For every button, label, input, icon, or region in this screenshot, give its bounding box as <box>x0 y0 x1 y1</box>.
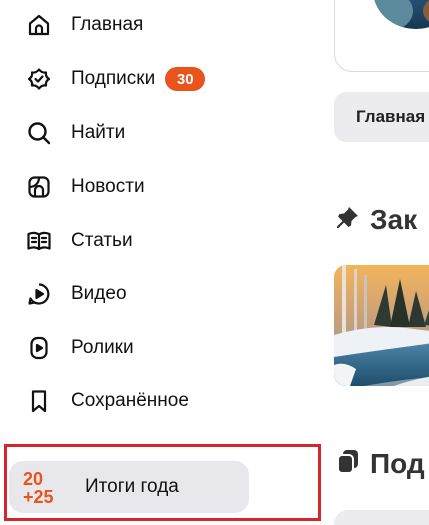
sidebar-item-subscriptions[interactable]: Подписки 30 <box>8 57 308 101</box>
subscriptions-icon <box>25 65 53 93</box>
sidebar-nav: Главная Подписки 30 Найти Новости Статьи… <box>0 0 321 525</box>
sidebar-item-articles[interactable]: Статьи <box>8 219 308 263</box>
articles-icon <box>25 227 53 255</box>
sidebar-item-label: Ролики <box>71 337 134 358</box>
news-icon <box>25 173 53 201</box>
sidebar-item-year-summary[interactable]: 20 +25 Итоги года <box>9 461 249 513</box>
sidebar-item-news[interactable]: Новости <box>8 165 308 209</box>
pin-icon <box>334 203 362 236</box>
sidebar-item-label: Итоги года <box>85 476 179 497</box>
sidebar-item-label: Найти <box>71 122 126 143</box>
sidebar-item-label: Видео <box>71 283 127 304</box>
section-title: Под <box>370 447 425 479</box>
sidebar-item-search[interactable]: Найти <box>8 111 308 155</box>
pinned-section-heading: Зак <box>334 203 417 236</box>
search-icon <box>25 119 53 147</box>
posts-stack-icon <box>334 447 362 480</box>
pinned-post-thumbnail[interactable] <box>334 265 429 386</box>
sidebar-item-label: Подписки <box>71 68 156 89</box>
notification-count-badge: 30 <box>165 67 206 91</box>
post-card[interactable] <box>334 510 429 525</box>
sidebar-item-shorts[interactable]: Ролики <box>8 326 308 370</box>
bookmark-icon <box>25 387 53 415</box>
channel-avatar: Си <box>373 0 429 29</box>
section-title: Зак <box>370 203 418 235</box>
sidebar-item-saved[interactable]: Сохранённое <box>8 379 308 423</box>
channel-card[interactable]: Си <box>334 0 429 72</box>
sidebar-item-home[interactable]: Главная <box>8 3 308 47</box>
home-icon <box>25 11 53 39</box>
shorts-icon <box>25 334 53 362</box>
sidebar-item-label: Новости <box>71 176 145 197</box>
sidebar-item-label: Статьи <box>71 230 133 251</box>
video-icon <box>25 280 53 308</box>
sidebar-item-label: Сохранённое <box>71 390 189 411</box>
sidebar-item-label: Главная <box>71 14 144 35</box>
year-2025-logo-icon: 20 +25 <box>23 469 54 507</box>
tab-home[interactable]: Главная <box>334 92 429 142</box>
main-content: Си Главная Зак <box>320 0 429 525</box>
posts-section-heading: Под <box>334 447 425 480</box>
sidebar-item-video[interactable]: Видео <box>8 272 308 316</box>
